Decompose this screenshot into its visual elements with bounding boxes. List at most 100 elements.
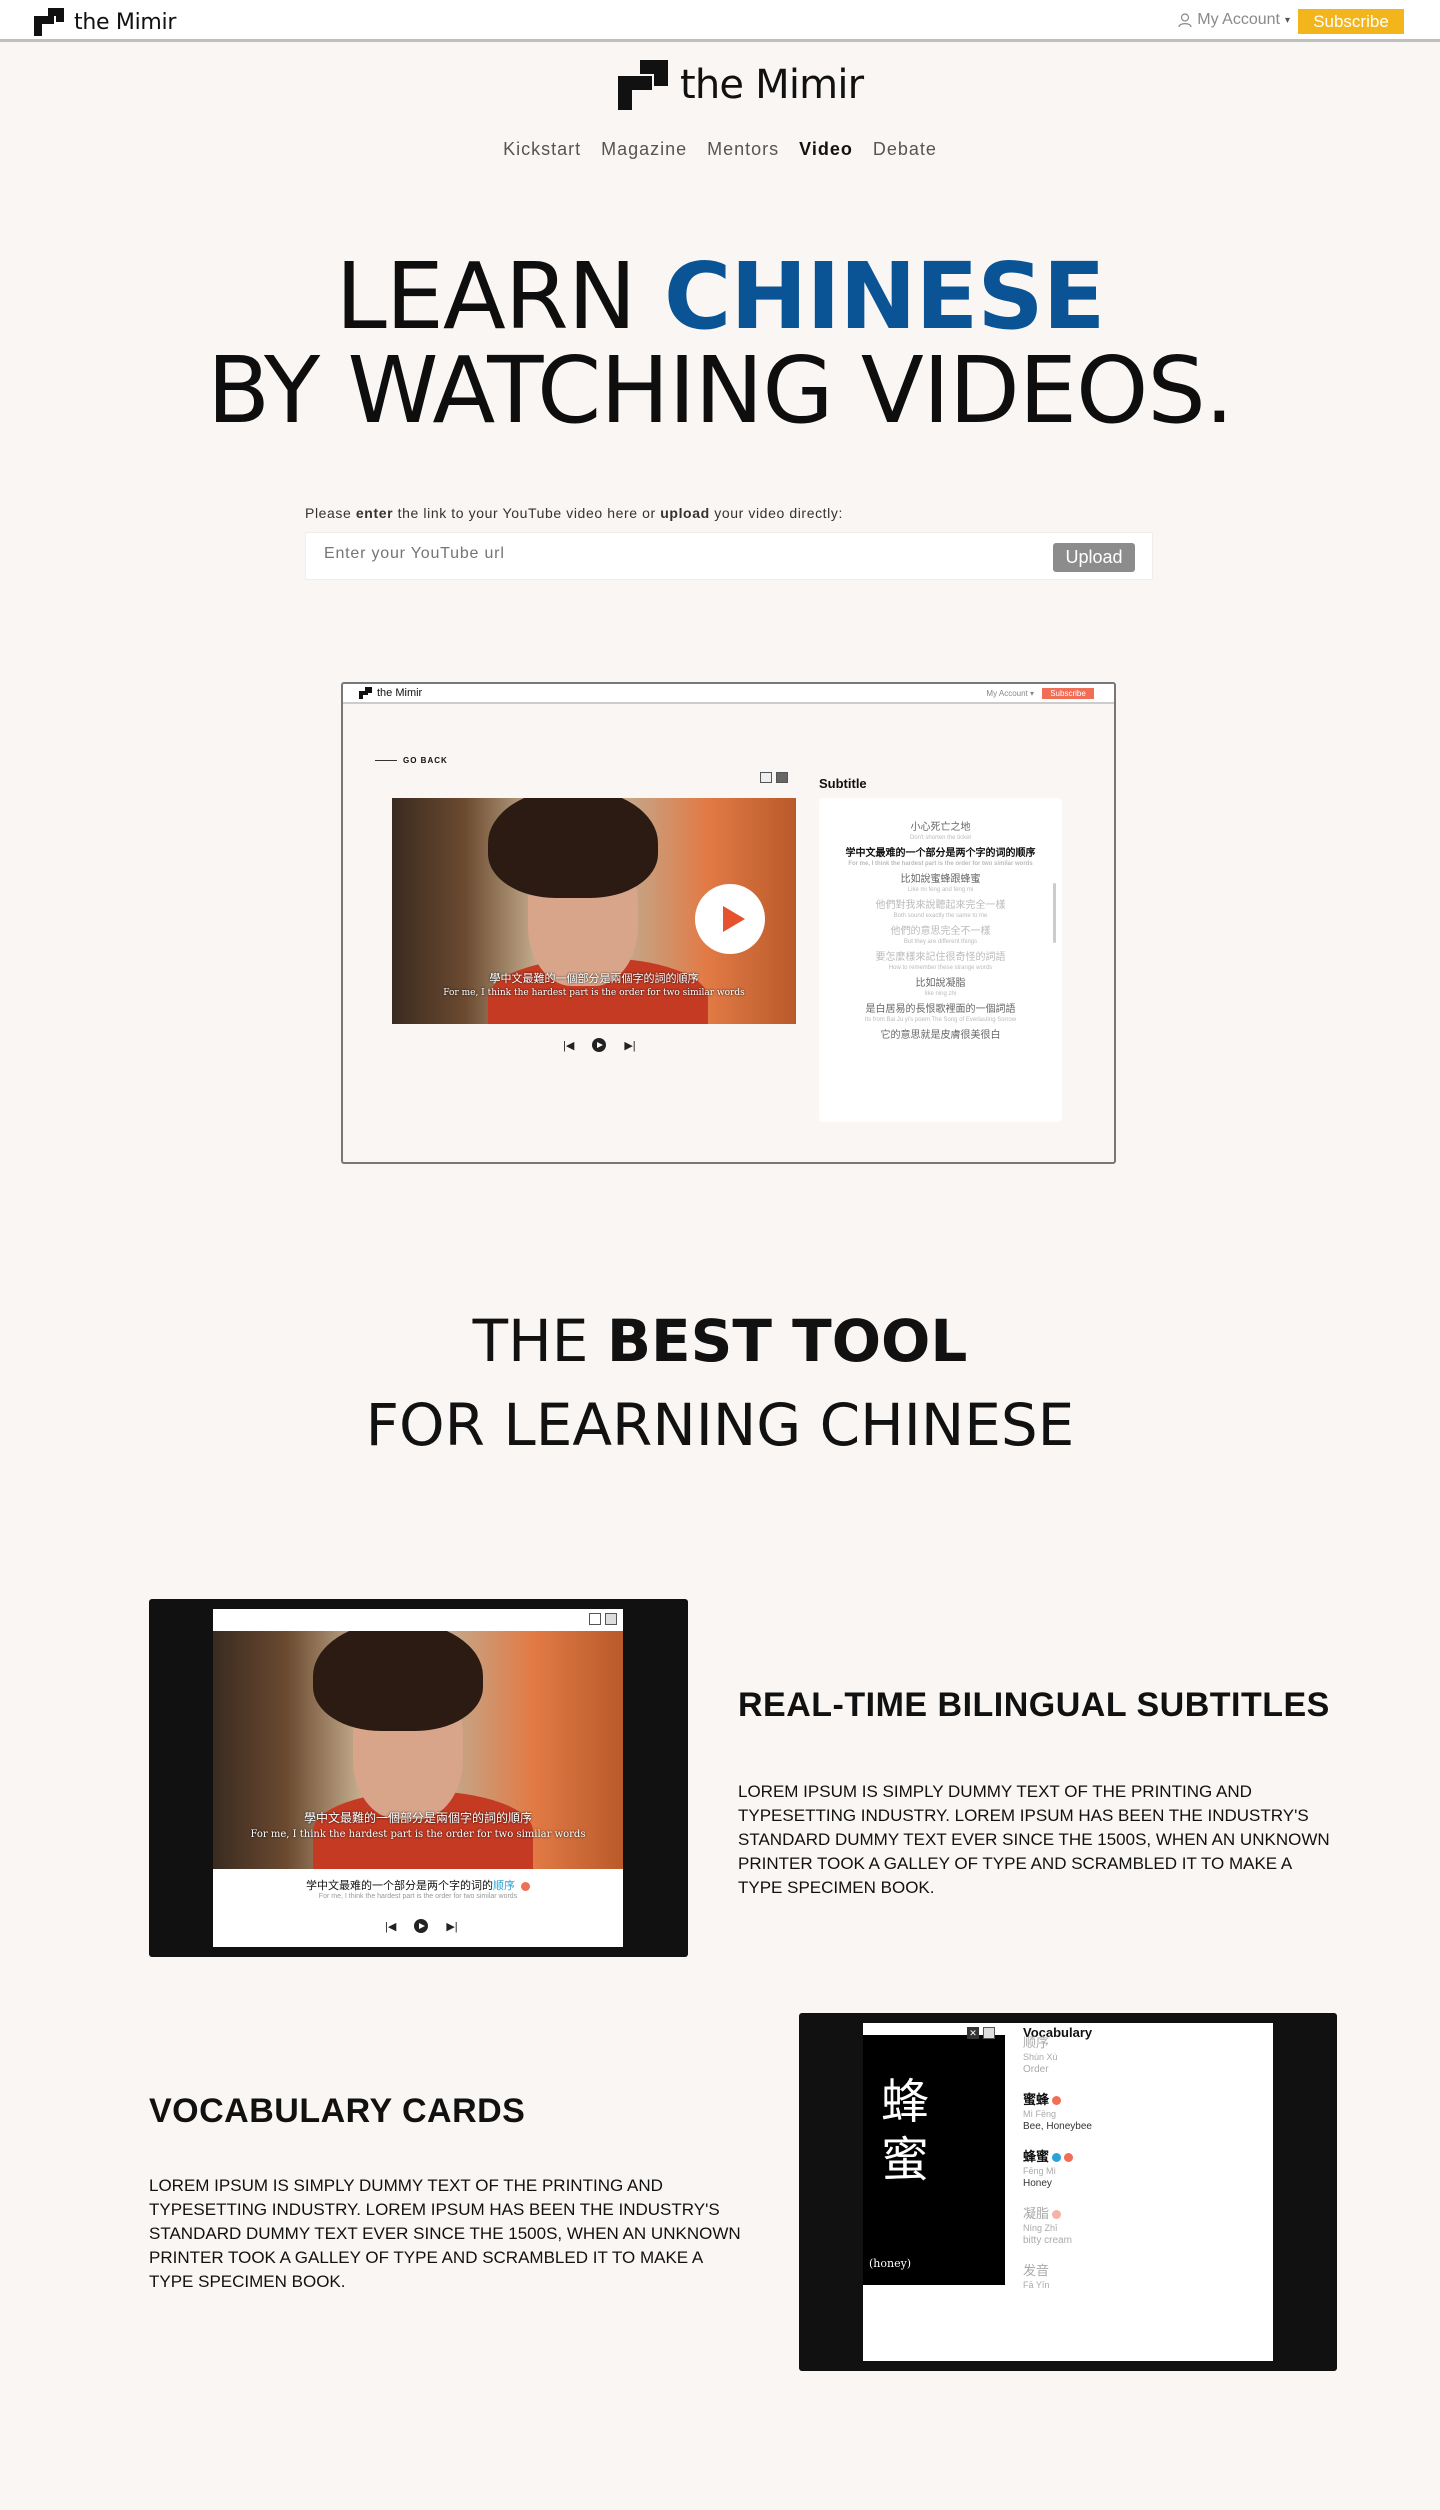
hero-learn: LEARN <box>335 243 636 350</box>
subscribe-button[interactable]: Subscribe <box>1298 9 1404 34</box>
vocab-item[interactable]: 发音 Fā Yīn <box>1023 2260 1273 2292</box>
feature-subtitles-screen: 學中文最難的一個部分是兩個字的詞的順序 For me, I think the … <box>213 1609 623 1947</box>
logo-mark-icon <box>618 60 668 110</box>
hero-chinese: CHINESE <box>663 243 1106 350</box>
best-tool-heading: THE BEST TOOL FOR LEARNING CHINESE <box>0 1300 1440 1468</box>
best-tool-line-1: THE BEST TOOL <box>0 1300 1440 1382</box>
vocab-word: 蜂蜜 <box>1023 2146 1273 2165</box>
heart-icon[interactable] <box>1052 2096 1062 2106</box>
feature-subtitles-image: 學中文最難的一個部分是兩個字的詞的順序 For me, I think the … <box>149 1599 688 1957</box>
caption-en: For me, I think the hardest part is the … <box>318 1893 518 1900</box>
vocab-meaning: Bee, Honeybee <box>1023 2121 1092 2132</box>
subtitle-line[interactable]: 是白居易的長恨歌裡面的一個詞語 Its from Bai Ju yi's poem… <box>819 1004 1062 1024</box>
prompt-text: Please <box>305 505 352 521</box>
caption-highlight: 顺序 <box>492 1880 515 1892</box>
subtitle-line-en: Like mi feng and feng mi <box>907 887 974 893</box>
top-logo[interactable]: the Mimir <box>34 8 176 36</box>
heart-icon[interactable] <box>1064 2153 1074 2163</box>
vocab-word-text: 蜂蜜 <box>1023 2149 1050 2164</box>
my-account-menu[interactable]: My Account ▾ <box>1178 11 1290 29</box>
nav-video[interactable]: Video <box>799 139 853 160</box>
caption-cn-text: 学中文最难的一个部分是两个字的词的 <box>305 1880 493 1892</box>
vocab-card-char-2: 蜜 <box>881 2132 930 2188</box>
nav-mentors[interactable]: Mentors <box>707 139 779 160</box>
next-icon: ▶| <box>624 1039 636 1052</box>
subtitle-line-cn: 它的意思就是皮膚很美很白 <box>880 1030 1001 1041</box>
subtitle-line-cn: 学中文最难的一个部分是两个字的词的顺序 <box>845 848 1036 859</box>
feature-video: 學中文最難的一個部分是兩個字的詞的順序 For me, I think the … <box>213 1631 623 1869</box>
subtitle-line-cn: 要怎麼樣來記住很奇怪的詞語 <box>875 952 1006 963</box>
heart-icon <box>521 1881 531 1891</box>
subtitle-line[interactable]: 比如說凝脂 like ning zhi <box>819 978 1062 998</box>
nav-debate[interactable]: Debate <box>873 139 937 160</box>
subtitle-line[interactable]: 他們的意思完全不一樣 But they are different things <box>819 926 1062 946</box>
demo-controls: |◀ ▶| <box>563 1038 636 1052</box>
vocab-item[interactable]: 蜂蜜 Fēng Mì Honey <box>1023 2146 1273 2189</box>
vocab-pinyin: Shùn Xù <box>1023 2052 1058 2062</box>
vocab-item[interactable]: 凝脂 Níng Zhī bitty cream <box>1023 2203 1273 2246</box>
view-toggle <box>589 1613 617 1625</box>
demo-logo: the Mimir <box>359 687 422 699</box>
best-tool-line-2: FOR LEARNING CHINESE <box>365 1391 1075 1459</box>
caption-cn: 学中文最难的一个部分是两个字的词的顺序 <box>213 1877 623 1893</box>
chevron-down-icon: ▾ <box>1284 14 1290 26</box>
heart-icon[interactable] <box>1052 2210 1062 2220</box>
vocab-card-char-1: 蜂 <box>881 2074 930 2130</box>
best-tool-the: THE <box>472 1307 589 1375</box>
subtitle-line-en: For me, I think the hardest part is the … <box>848 861 1033 867</box>
subtitle-line-en: Its from Bai Ju yi's poem The Song of Ev… <box>864 1017 1017 1023</box>
subtitle-panel: 小心死亡之地 Don't shorten the ticket 学中文最难的一个部分… <box>819 798 1062 1122</box>
hero-heading: LEARN CHINESE BY WATCHING VIDEOS. <box>0 250 1440 438</box>
close-icon: ✕ <box>967 2027 979 2039</box>
next-icon: ▶| <box>446 1920 458 1933</box>
subtitle-line[interactable]: 它的意思就是皮膚很美很白 <box>819 1030 1062 1042</box>
user-icon <box>1178 12 1192 27</box>
vocab-meaning: bitty cream <box>1023 2235 1072 2246</box>
subtitle-line[interactable]: 小心死亡之地 Don't shorten the ticket <box>819 822 1062 842</box>
demo-subscribe: Subscribe <box>1042 688 1094 699</box>
subtitle-line-en: Both sound exactly the same to me <box>893 913 988 919</box>
sound-icon[interactable] <box>1052 2153 1062 2163</box>
play-icon <box>695 884 765 954</box>
video-subtitle-cn: 學中文最難的一個部分是兩個字的詞的順序 <box>489 972 699 985</box>
vocab-item[interactable]: 蜜蜂 Mì Fēng Bee, Honeybee <box>1023 2089 1273 2132</box>
grid-icon <box>760 772 772 783</box>
main-brand-name: the Mimir <box>680 62 864 108</box>
vocab-meaning: Order <box>1023 2064 1049 2075</box>
upload-button[interactable]: Upload <box>1053 543 1135 572</box>
vocab-pinyin: Fā Yīn <box>1023 2280 1050 2290</box>
video-subtitle-en: For me, I think the hardest part is the … <box>250 1829 586 1840</box>
subtitle-line-en: But they are different things <box>903 939 978 945</box>
vocab-meaning: Honey <box>1023 2178 1052 2189</box>
vocab-word: 蜜蜂 <box>1023 2089 1273 2108</box>
subtitle-line-cn: 比如說凝脂 <box>915 978 966 989</box>
upload-prompt: Please enter the link to your YouTube vi… <box>305 505 843 521</box>
view-toggle <box>760 772 788 783</box>
top-brand-name: the Mimir <box>74 9 177 35</box>
subtitle-line[interactable]: 要怎麼樣來記住很奇怪的詞語 How to remember these stran… <box>819 952 1062 972</box>
subtitle-line-en: How to remember these strange words <box>888 965 993 971</box>
logo-mark-icon <box>359 687 372 699</box>
video-subtitle-cn: 學中文最難的一個部分是兩個字的詞的順序 <box>303 1811 532 1825</box>
subtitle-line[interactable]: 学中文最难的一个部分是两个字的词的顺序 For me, I think the h… <box>819 848 1062 868</box>
feature-vocab-body: LOREM IPSUM IS SIMPLY DUMMY TEXT OF THE … <box>149 2176 741 2291</box>
subtitle-line-en: Don't shorten the ticket <box>909 835 972 841</box>
subtitle-line[interactable]: 比如說蜜蜂跟蜂蜜 Like mi feng and feng mi <box>819 874 1062 894</box>
list-icon <box>605 1613 617 1625</box>
subtitle-line-cn: 他們對我來說聽起來完全一樣 <box>875 900 1006 911</box>
list-icon <box>983 2027 995 2039</box>
vocab-card-caption: (honey) <box>869 2257 912 2270</box>
nav-kickstart[interactable]: Kickstart <box>503 139 581 160</box>
main-logo[interactable]: the Mimir <box>618 60 864 110</box>
subtitle-line-cn: 比如說蜜蜂跟蜂蜜 <box>900 874 981 885</box>
video-subtitle-en: For me, I think the hardest part is the … <box>443 988 745 998</box>
youtube-url-input[interactable] <box>324 545 1024 563</box>
hero-line-2: BY WATCHING VIDEOS. <box>206 337 1234 444</box>
subtitle-line[interactable]: 他們對我來說聽起來完全一樣 Both sound exactly the same… <box>819 900 1062 920</box>
best-tool-bold: BEST TOOL <box>606 1307 968 1375</box>
vocab-word-text: 顺序 <box>1023 2035 1050 2050</box>
nav-magazine[interactable]: Magazine <box>601 139 687 160</box>
demo-account: My Account ▾ <box>986 689 1034 698</box>
go-back-link: GO BACK <box>375 756 448 765</box>
play-pause-icon <box>592 1038 607 1052</box>
